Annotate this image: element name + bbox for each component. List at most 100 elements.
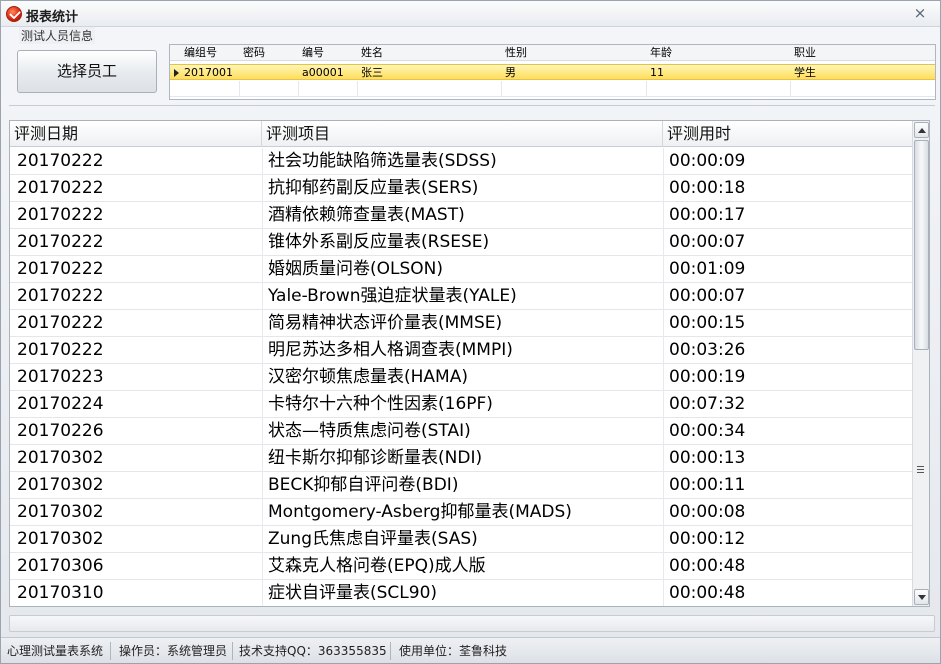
- table-row[interactable]: 20170226 状态—特质焦虑问卷(STAI) 00:00:34: [10, 418, 913, 445]
- app-logo-icon: [6, 6, 22, 22]
- table-row[interactable]: 20170302 纽卡斯尔抑郁诊断量表(NDI) 00:00:13: [10, 445, 913, 472]
- cell-test-duration: 00:00:18: [663, 175, 913, 202]
- table-row[interactable]: 20170222 抗抑郁药副反应量表(SERS) 00:00:18: [10, 175, 913, 202]
- empty-cell: [170, 81, 240, 97]
- table-row[interactable]: 20170302 Zung氏焦虑自评量表(SAS) 00:00:12: [10, 526, 913, 553]
- divider: [9, 105, 935, 106]
- cell-test-item: 简易精神状态评价量表(MMSE): [262, 310, 663, 337]
- table-row[interactable]: 20170224 卡特尔十六种个性因素(16PF) 00:07:32: [10, 391, 913, 418]
- cell-test-item: 纽卡斯尔抑郁诊断量表(NDI): [262, 445, 663, 472]
- cell-test-item: 卡特尔十六种个性因素(16PF): [262, 391, 663, 418]
- cell-test-item: 症状自评量表(SCL90): [262, 580, 663, 606]
- col-header-staff-id[interactable]: 编号: [299, 45, 324, 61]
- table-row[interactable]: 20170222 Yale-Brown强迫症状量表(YALE) 00:00:07: [10, 283, 913, 310]
- scroll-grip-icon: [917, 466, 924, 473]
- col-header-test-date[interactable]: 评测日期: [10, 121, 262, 147]
- cell-test-date: 20170222: [17, 286, 104, 306]
- table-row[interactable]: 20170222 酒精依赖筛查量表(MAST) 00:00:17: [10, 202, 913, 229]
- table-row[interactable]: 20170306 艾森克人格问卷(EPQ)成人版 00:00:48: [10, 553, 913, 580]
- close-icon[interactable]: ×: [912, 4, 928, 22]
- window-title: 报表统计: [26, 10, 79, 25]
- cell-test-date: 20170222: [17, 313, 104, 333]
- cell-test-duration: 00:00:12: [663, 526, 913, 553]
- cell-test-item: 抗抑郁药副反应量表(SERS): [262, 175, 663, 202]
- staff-cell-staff-id: a00001: [302, 66, 344, 79]
- table-row[interactable]: 20170302 Montgomery-Asberg抑郁量表(MADS) 00:00…: [10, 499, 913, 526]
- cell-test-item: 社会功能缺陷筛选量表(SDSS): [262, 148, 663, 175]
- select-staff-button[interactable]: 选择员工: [17, 50, 157, 93]
- staff-info-group-title: 测试人员信息: [19, 27, 96, 44]
- staff-cell-name: 张三: [361, 66, 383, 79]
- cell-test-item: 汉密尔顿焦虑量表(HAMA): [262, 364, 663, 391]
- staff-cell-group-id: 2017001: [184, 66, 233, 79]
- scroll-up-icon[interactable]: [914, 122, 929, 138]
- cell-test-duration: 00:01:09: [663, 256, 913, 283]
- cell-test-date: 20170222: [17, 178, 104, 198]
- staff-row-empty[interactable]: [170, 81, 935, 97]
- cell-test-item: 锥体外系副反应量表(RSESE): [262, 229, 663, 256]
- cell-test-duration: 00:07:32: [663, 391, 913, 418]
- report-window: 报表统计 × 测试人员信息 选择员工 编组号 密码 编号 姓名 性别 年龄 职业…: [0, 0, 941, 664]
- col-header-name[interactable]: 姓名: [358, 45, 383, 61]
- cell-test-item: 婚姻质量问卷(OLSON): [262, 256, 663, 283]
- cell-test-date: 20170226: [17, 421, 104, 441]
- cell-test-duration: 00:00:17: [663, 202, 913, 229]
- cell-test-duration: 00:00:07: [663, 283, 913, 310]
- cell-test-date: 20170223: [17, 367, 104, 387]
- cell-test-duration: 00:00:08: [663, 499, 913, 526]
- empty-cell: [358, 81, 502, 97]
- cell-test-duration: 00:00:13: [663, 445, 913, 472]
- col-header-gender[interactable]: 性别: [502, 45, 527, 61]
- table-row[interactable]: 20170222 婚姻质量问卷(OLSON) 00:01:09: [10, 256, 913, 283]
- col-header-test-duration[interactable]: 评测用时: [663, 121, 913, 147]
- cell-test-duration: 00:00:11: [663, 472, 913, 499]
- status-bar: 心理测试量表系统 操作员：系统管理员 技术支持QQ：363355835 使用单位…: [1, 637, 940, 663]
- cell-test-duration: 00:00:48: [663, 553, 913, 580]
- records-table[interactable]: 评测日期 评测项目 评测用时 20170222 社会功能缺陷筛选量表(SDSS) 0…: [9, 120, 930, 607]
- cell-test-date: 20170302: [17, 448, 104, 468]
- table-row[interactable]: 20170310 症状自评量表(SCL90) 00:00:48: [10, 580, 913, 606]
- cell-test-date: 20170222: [17, 151, 104, 171]
- table-row[interactable]: 20170222 社会功能缺陷筛选量表(SDSS) 00:00:09: [10, 148, 913, 175]
- col-header-age[interactable]: 年龄: [647, 45, 672, 61]
- scroll-down-icon[interactable]: [914, 589, 929, 605]
- table-row[interactable]: 20170223 汉密尔顿焦虑量表(HAMA) 00:00:19: [10, 364, 913, 391]
- cell-test-item: Montgomery-Asberg抑郁量表(MADS): [262, 499, 663, 526]
- table-row[interactable]: 20170222 明尼苏达多相人格调查表(MMPI) 00:03:26: [10, 337, 913, 364]
- empty-cell: [647, 81, 791, 97]
- records-body: 20170222 社会功能缺陷筛选量表(SDSS) 00:00:09 20170222…: [10, 148, 913, 606]
- empty-cell: [240, 81, 299, 97]
- cell-test-duration: 00:00:48: [663, 580, 913, 606]
- cell-test-date: 20170222: [17, 232, 104, 252]
- status-unit: 使用单位：荃鲁科技: [399, 644, 508, 658]
- col-header-password[interactable]: 密码: [240, 45, 265, 61]
- row-pointer-icon: [174, 69, 179, 77]
- cell-test-date: 20170310: [17, 583, 104, 603]
- cell-test-date: 20170302: [17, 475, 104, 495]
- staff-cell-password: [240, 65, 243, 81]
- table-row[interactable]: 20170222 锥体外系副反应量表(RSESE) 00:00:07: [10, 229, 913, 256]
- col-header-occupation[interactable]: 职业: [791, 45, 816, 61]
- cell-test-duration: 00:00:09: [663, 148, 913, 175]
- staff-cell-age: 11: [650, 66, 664, 79]
- cell-test-duration: 00:00:34: [663, 418, 913, 445]
- cell-test-item: 明尼苏达多相人格调查表(MMPI): [262, 337, 663, 364]
- cell-test-date: 20170222: [17, 259, 104, 279]
- table-row[interactable]: 20170302 BECK抑郁自评问卷(BDI) 00:00:11: [10, 472, 913, 499]
- records-header: 评测日期 评测项目 评测用时: [10, 121, 913, 147]
- staff-cell-gender: 男: [505, 66, 516, 79]
- title-bar[interactable]: 报表统计 ×: [1, 1, 940, 27]
- vertical-scrollbar[interactable]: [912, 121, 929, 606]
- cell-test-date: 20170302: [17, 529, 104, 549]
- cell-test-item: Zung氏焦虑自评量表(SAS): [262, 526, 663, 553]
- status-system-name: 心理测试量表系统: [3, 642, 111, 660]
- staff-row-selected[interactable]: 2017001 a00001 张三 男 11 学生: [170, 64, 935, 80]
- cell-test-date: 20170224: [17, 394, 104, 414]
- col-header-test-item[interactable]: 评测项目: [262, 121, 663, 147]
- scroll-thumb[interactable]: [914, 140, 929, 350]
- staff-grid[interactable]: 编组号 密码 编号 姓名 性别 年龄 职业 2017001 a00001 张三 …: [169, 44, 936, 100]
- table-row[interactable]: 20170222 简易精神状态评价量表(MMSE) 00:00:15: [10, 310, 913, 337]
- col-header-group-id[interactable]: 编组号: [181, 45, 217, 61]
- cell-test-item: 酒精依赖筛查量表(MAST): [262, 202, 663, 229]
- cell-test-duration: 00:00:19: [663, 364, 913, 391]
